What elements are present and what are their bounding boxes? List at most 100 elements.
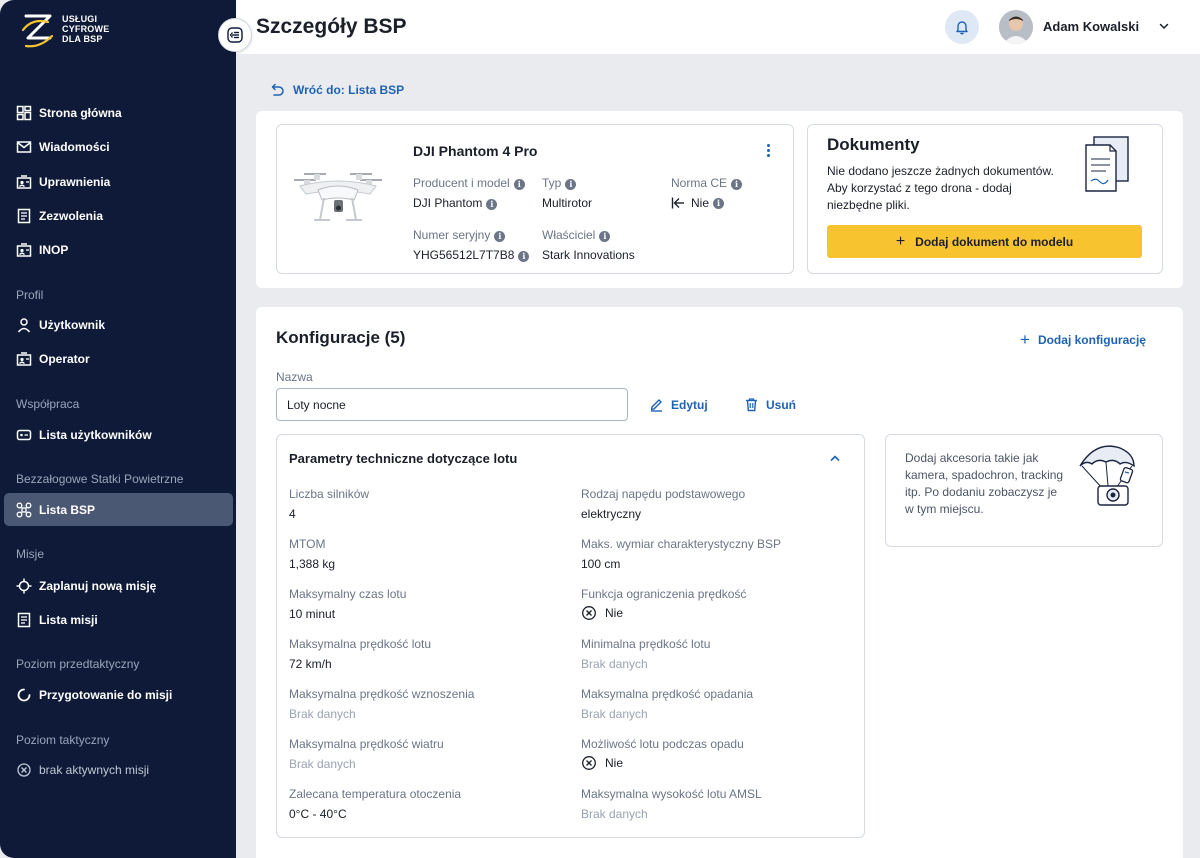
drone-icon	[16, 502, 32, 518]
param-value: Brak danych	[289, 707, 356, 721]
sidebar-item-inop[interactable]: INOP	[16, 240, 68, 260]
pencil-icon	[650, 399, 662, 412]
param-label: Maksymalna wysokość lotu AMSL	[581, 787, 762, 801]
collapse-sidebar-button[interactable]	[218, 18, 252, 52]
chevron-down-icon[interactable]	[1158, 20, 1170, 32]
param-label: Maksymalna prędkość wznoszenia	[289, 687, 475, 701]
param-value: 0°C - 40°C	[289, 807, 347, 821]
document-icon	[17, 208, 31, 224]
sidebar-item-lista-misji[interactable]: Lista misji	[16, 610, 98, 630]
param-value: Brak danych	[581, 807, 648, 821]
info-icon[interactable]: i	[518, 251, 530, 262]
param-value: Nie	[581, 755, 623, 771]
sidebar-item-brak-misji: brak aktywnych misji	[16, 760, 149, 780]
bell-icon	[956, 21, 968, 35]
notifications-button[interactable]	[945, 10, 979, 44]
sidebar-section-profil: Profil	[16, 288, 44, 302]
back-link-label: Wróć do: Lista BSP	[293, 82, 405, 97]
sidebar-item-label: Uprawnienia	[39, 175, 111, 189]
id-card-icon	[16, 175, 32, 189]
sidebar-item-label: Przygotowanie do misji	[39, 688, 173, 702]
sidebar-item-zezwolenia[interactable]: Zezwolenia	[16, 206, 103, 226]
serial-value-text: YHG56512L7T7B8	[413, 248, 515, 262]
sidebar-item-lista-bsp[interactable]: Lista BSP	[16, 500, 95, 520]
type-label-text: Typ	[542, 176, 562, 190]
sidebar: USŁUGI CYFROWE DLA BSP Strona główna Wia…	[0, 0, 236, 858]
logo-icon	[21, 14, 54, 48]
sidebar-item-label: Wiadomości	[39, 140, 110, 154]
info-icon[interactable]: i	[599, 231, 611, 242]
param-value-text: Nie	[605, 756, 624, 770]
avatar[interactable]	[999, 10, 1033, 44]
producer-value-text: DJI Phantom	[413, 196, 483, 210]
param-label: Minimalna prędkość lotu	[581, 637, 711, 651]
serial-label: Numer seryjny i	[413, 228, 506, 242]
mail-icon	[16, 141, 32, 153]
x-circle-icon	[582, 606, 596, 620]
document-icon	[17, 612, 31, 628]
edit-button[interactable]: Edytuj	[649, 397, 708, 412]
drone-image	[294, 173, 382, 221]
param-value: Brak danych	[581, 707, 648, 721]
sidebar-item-label: Zaplanuj nową misję	[39, 579, 157, 593]
param-label: Liczba silników	[289, 487, 370, 501]
param-label: Maksymalny czas lotu	[289, 587, 407, 601]
sidebar-item-label: Lista użytkowników	[39, 428, 152, 442]
sidebar-item-przygotowanie[interactable]: Przygotowanie do misji	[16, 685, 172, 705]
param-value: Brak danych	[289, 757, 356, 771]
param-label: Możliwość lotu podczas opadu	[581, 737, 744, 751]
add-document-button[interactable]: + Dodaj dokument do modelu	[827, 225, 1142, 258]
add-configuration-button[interactable]: + Dodaj konfigurację	[1020, 330, 1146, 350]
configuration-name-input[interactable]	[276, 388, 628, 421]
back-link[interactable]: Wróć do: Lista BSP	[270, 82, 404, 97]
avatar-image	[999, 10, 1033, 44]
param-value: elektryczny	[581, 507, 642, 521]
edit-label: Edytuj	[671, 397, 708, 412]
chevron-up-icon[interactable]	[829, 452, 841, 464]
info-icon[interactable]: i	[565, 179, 577, 190]
top-header: Szczegóły BSP Adam Kowalski	[236, 0, 1200, 54]
param-value: 72 km/h	[289, 657, 332, 671]
documents-illustration-icon	[1085, 136, 1129, 192]
flight-parameters-title: Parametry techniczne dotyczące lotu	[289, 451, 518, 466]
user-name[interactable]: Adam Kowalski	[1043, 19, 1139, 34]
info-icon[interactable]: i	[513, 179, 525, 190]
menu-collapse-icon	[227, 27, 243, 43]
producer-label-text: Producent i model	[413, 176, 510, 190]
sidebar-item-lista-uzytkownikow[interactable]: Lista użytkowników	[16, 425, 152, 445]
param-label: Funkcja ograniczenia prędkość	[581, 587, 747, 601]
sidebar-section-wspolpraca: Współpraca	[16, 397, 80, 411]
sidebar-item-operator[interactable]: Operator	[16, 349, 90, 369]
dashboard-icon	[16, 105, 32, 121]
ce-label-text: Norma CE	[671, 176, 728, 190]
sidebar-item-zaplanuj-misje[interactable]: Zaplanuj nową misję	[16, 576, 156, 596]
documents-title: Dokumenty	[827, 135, 920, 154]
type-label: Typ i	[542, 176, 577, 190]
plus-icon: +	[1020, 330, 1030, 349]
sidebar-item-label: Strona główna	[39, 106, 122, 120]
more-options-button[interactable]	[764, 143, 772, 159]
sidebar-item-uprawnienia[interactable]: Uprawnienia	[16, 172, 110, 192]
sidebar-item-uzytkownik[interactable]: Użytkownik	[16, 315, 105, 335]
sidebar-item-label: INOP	[39, 243, 69, 257]
add-configuration-label: Dodaj konfigurację	[1037, 333, 1146, 347]
sidebar-item-label: Zezwolenia	[39, 209, 104, 223]
info-icon[interactable]: i	[494, 231, 506, 242]
add-document-label: Dodaj dokument do modelu	[915, 234, 1074, 249]
ce-value: Nie i	[671, 196, 725, 210]
producer-label: Producent i model i	[413, 176, 525, 190]
param-value: 10 minut	[289, 607, 336, 621]
sidebar-section-taktyczny: Poziom taktyczny	[16, 733, 110, 747]
logo[interactable]: USŁUGI CYFROWE DLA BSP	[18, 8, 109, 50]
sidebar-item-wiadomosci[interactable]: Wiadomości	[16, 137, 110, 157]
producer-value: DJI Phantom i	[413, 196, 498, 210]
info-icon[interactable]: i	[731, 179, 743, 190]
sidebar-section-bezzalogowe: Bezzałogowe Statki Powietrzne	[16, 472, 184, 486]
logo-text-line3: DLA BSP	[62, 34, 103, 44]
info-icon[interactable]: i	[713, 197, 725, 209]
info-icon[interactable]: i	[486, 199, 498, 210]
param-label: Maksymalna prędkość lotu	[289, 637, 432, 651]
sidebar-item-strona-glowna[interactable]: Strona główna	[16, 103, 122, 123]
delete-button[interactable]: Usuń	[744, 397, 796, 412]
crosshair-icon	[16, 578, 32, 594]
